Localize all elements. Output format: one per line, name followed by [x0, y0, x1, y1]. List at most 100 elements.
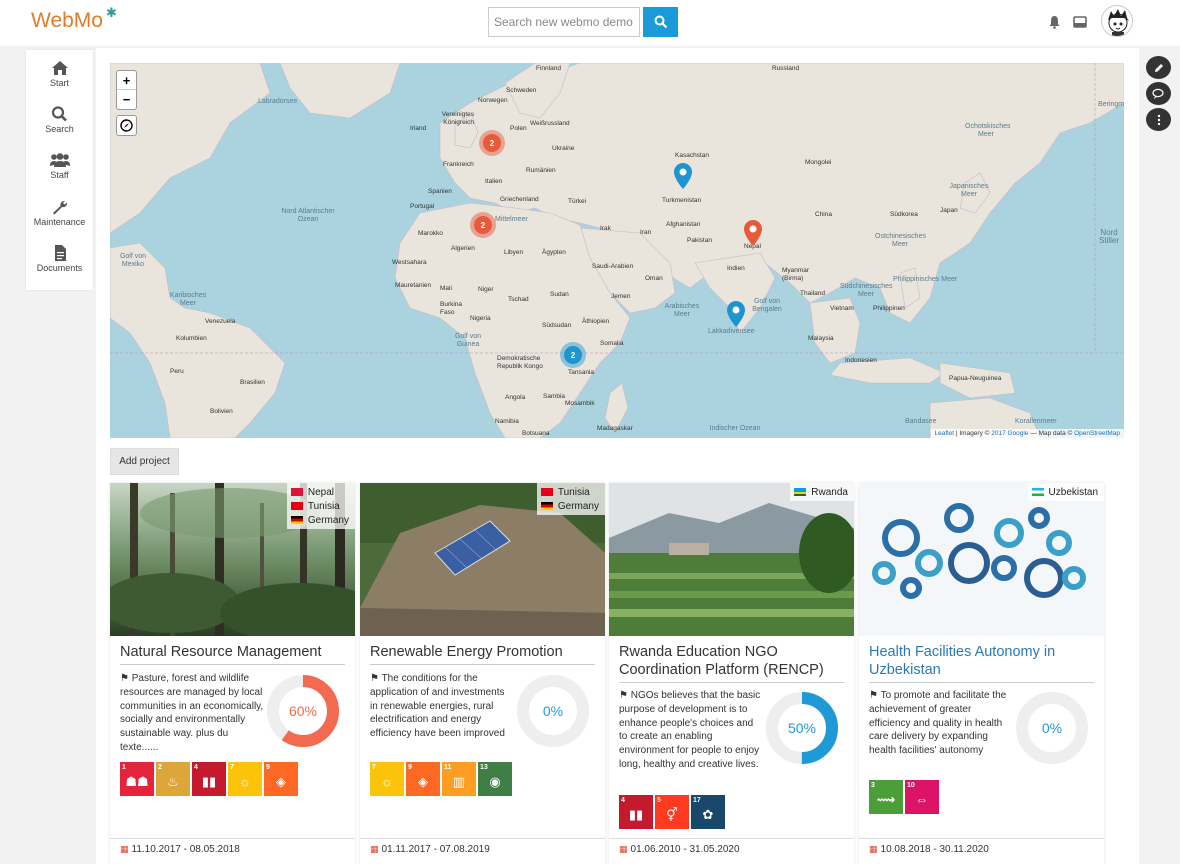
projects-map[interactable]: Finnland Russland Schweden Norwegen Vere…	[110, 63, 1124, 438]
sidebar-item-documents[interactable]: Documents	[26, 245, 93, 273]
ocean-label: Indischer Ozean	[709, 425, 761, 432]
bell-icon[interactable]	[1048, 15, 1061, 29]
map-label: Tschad	[508, 296, 529, 303]
sidebar-item-search[interactable]: Search	[26, 106, 93, 134]
project-card[interactable]: Nepal Tunisia Germany Natural Resource M…	[110, 483, 355, 864]
project-dates: ▦ 01.11.2017 - 07.08.2019	[360, 838, 605, 855]
leaflet-link[interactable]: Leaflet	[935, 430, 955, 437]
project-title[interactable]: Rwanda Education NGO Coordination Platfo…	[619, 643, 844, 683]
map-label: Rumänien	[526, 167, 556, 174]
map-label: Finnland	[536, 65, 561, 72]
comments-button[interactable]	[1146, 82, 1171, 105]
sidebar-item-label: Staff	[50, 170, 69, 180]
zoom-control: + −	[116, 70, 137, 110]
map-label: Marokko	[418, 230, 443, 237]
progress-donut: 0%	[1016, 692, 1088, 764]
sea-label: Korallenmeer	[1015, 418, 1057, 425]
map-label: Myanmar (Birma)	[782, 267, 810, 282]
map-label: Saudi-Arabien	[592, 263, 634, 270]
map-label: Südkorea	[890, 211, 918, 218]
sdg-glyph: ☼	[239, 774, 251, 789]
project-title[interactable]: Health Facilities Autonomy in Uzbekistan	[869, 643, 1094, 683]
zoom-in-button[interactable]: +	[117, 71, 136, 90]
map-label: Russland	[772, 65, 800, 72]
sidebar-item-label: Documents	[36, 263, 83, 273]
calendar-icon: ▦	[370, 844, 379, 854]
country-flags: Tunisia Germany	[536, 483, 605, 515]
country-name: Nepal	[307, 486, 335, 498]
sdg-goal-13-icon: 13 ◉	[478, 762, 512, 796]
project-title[interactable]: Natural Resource Management	[120, 643, 345, 665]
country-name: Germany	[307, 514, 349, 526]
sdg-glyph: ☗☗	[125, 774, 149, 789]
sdg-glyph: ⟿	[876, 792, 896, 807]
map-label: Brasilien	[240, 379, 265, 386]
logo-star-icon: ✱	[106, 5, 117, 20]
sea-label: Ostchinesisches Meer	[875, 233, 926, 248]
sea-label: Japanisches Meer	[949, 183, 989, 198]
sdg-number: 11	[444, 764, 452, 771]
add-project-button[interactable]: Add project	[110, 448, 179, 475]
project-card[interactable]: Uzbekistan Health Facilities Autonomy in…	[859, 483, 1104, 864]
zoom-out-button[interactable]: −	[117, 90, 136, 109]
search-button[interactable]	[643, 7, 678, 37]
user-avatar[interactable]	[1101, 5, 1133, 37]
map-label: Indien	[727, 265, 745, 272]
map-label: China	[815, 211, 832, 218]
sdg-goal-1-icon: 1 ☗☗	[120, 762, 154, 796]
sidebar-item-staff[interactable]: Staff	[26, 152, 93, 180]
sidebar-item-start[interactable]: Start	[26, 60, 93, 88]
sdg-glyph: ⚥	[666, 807, 678, 822]
map-label: Pakistan	[687, 237, 712, 244]
more-vertical-icon	[1157, 114, 1160, 125]
map-attribution: Leaflet | Imagery © 2017 Google — Map da…	[930, 429, 1124, 438]
country-flags: Uzbekistan	[1027, 483, 1104, 501]
map-pin-blue[interactable]	[674, 163, 692, 189]
inbox-icon[interactable]	[1073, 16, 1087, 28]
sdg-number: 9	[408, 764, 412, 771]
sdg-goal-11-icon: 11 ▥	[442, 762, 476, 796]
calendar-icon: ▦	[619, 844, 628, 854]
search-icon	[654, 15, 667, 29]
sdg-number: 13	[480, 764, 488, 771]
sdg-goal-2-icon: 2 ♨	[156, 762, 190, 796]
sdg-goal-10-icon: 10 ⇔	[905, 780, 939, 814]
calendar-icon: ▦	[120, 844, 129, 854]
map-cluster[interactable]: 2	[470, 212, 496, 238]
flag-icon: ⚑	[370, 673, 382, 684]
map-label: Vietnam	[830, 305, 854, 312]
tunisia-flag-icon	[290, 502, 303, 510]
sdg-number: 5	[657, 797, 661, 804]
sdg-glyph: ▮▮	[201, 774, 217, 789]
app-logo[interactable]: WebMo	[31, 9, 103, 33]
sea-label: Lakkadivensee	[708, 328, 755, 335]
edit-button[interactable]	[1146, 56, 1171, 79]
map-label: Venezuela	[205, 318, 236, 325]
map-pin-blue[interactable]	[727, 301, 745, 327]
map-label: Peru	[170, 368, 184, 375]
date-range: 01.11.2017 - 07.08.2019	[381, 844, 490, 855]
search-input[interactable]	[488, 7, 640, 37]
map-cluster[interactable]: 2	[479, 130, 505, 156]
map-pin-red[interactable]	[744, 220, 762, 246]
country-nepal: Nepal	[290, 485, 349, 499]
locate-button[interactable]	[116, 115, 137, 136]
project-card[interactable]: Rwanda Rwanda Education NGO Coordination…	[609, 483, 854, 864]
osm-link[interactable]: OpenStreetMap	[1074, 430, 1120, 437]
pencil-icon	[1154, 63, 1163, 72]
google-link[interactable]: 2017 Google	[991, 430, 1028, 437]
more-button[interactable]	[1146, 108, 1171, 131]
map-label: Italien	[485, 178, 503, 185]
sea-label: Philippinisches Meer	[893, 276, 958, 283]
project-card[interactable]: Tunisia Germany Renewable Energy Promoti…	[360, 483, 605, 864]
map-label: Angola	[505, 394, 526, 401]
project-image-landscape	[609, 483, 854, 636]
map-label: Libyen	[504, 249, 524, 256]
sea-label: Arabisches Meer	[664, 303, 700, 318]
sidebar-item-maintenance[interactable]: Maintenance	[26, 199, 93, 227]
home-icon	[51, 61, 68, 75]
flag-icon: ⚑	[120, 673, 132, 684]
sdg-goal-5-icon: 5 ⚥	[655, 795, 689, 829]
map-cluster[interactable]: 2	[560, 342, 586, 368]
project-title[interactable]: Renewable Energy Promotion	[370, 643, 595, 665]
